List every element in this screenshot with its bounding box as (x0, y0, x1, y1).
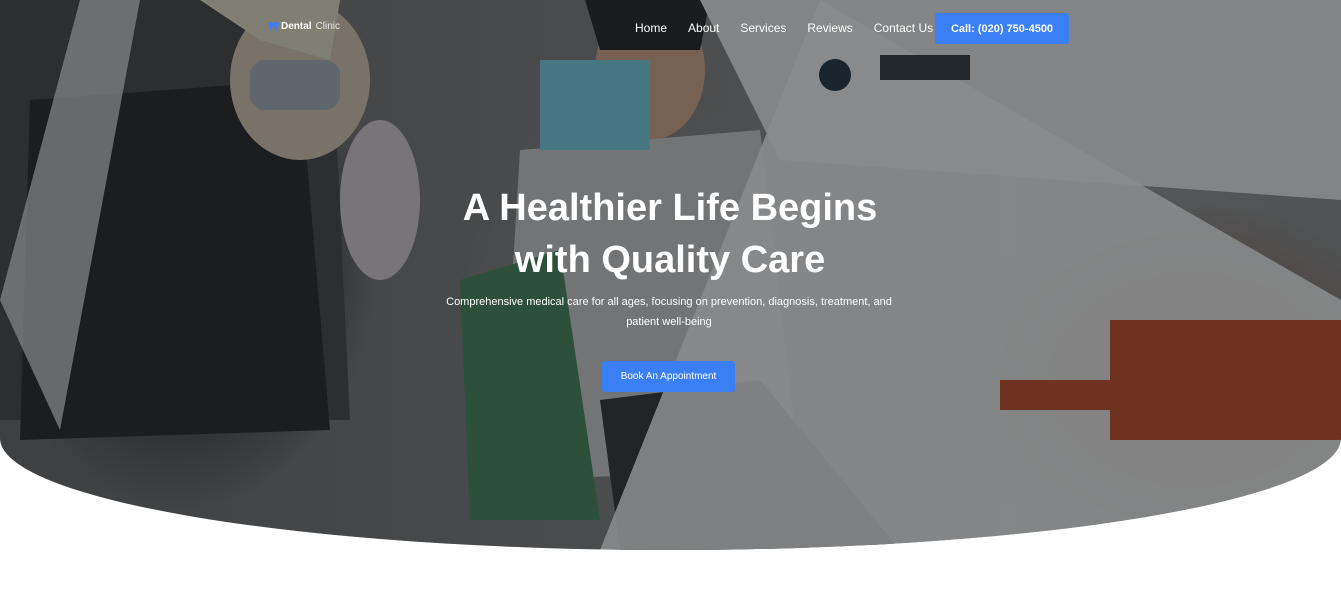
nav-contact-us[interactable]: Contact Us (874, 20, 933, 36)
call-button[interactable]: Call: (020) 750-4500 (935, 13, 1069, 44)
navbar: Dental Clinic Home About Services Review… (0, 0, 1341, 56)
hero-subtitle-line1: Comprehensive medical care for all ages,… (446, 296, 892, 308)
nav-menu: Home About Services Reviews Contact Us (635, 20, 954, 36)
hero-title: A Healthier Life Begins with Quality Car… (370, 182, 970, 286)
brand-name-light: Clinic (315, 21, 341, 32)
hero-subtitle-line2: patient well-being (626, 316, 712, 328)
nav-home[interactable]: Home (635, 20, 667, 36)
tooth-icon (268, 21, 279, 32)
nav-services[interactable]: Services (740, 20, 786, 36)
brand-logo[interactable]: Dental Clinic (268, 21, 340, 32)
hero-subtitle: Comprehensive medical care for all ages,… (440, 292, 898, 332)
nav-about[interactable]: About (688, 20, 719, 36)
hero-title-line2: with Quality Care (514, 239, 826, 281)
nav-reviews[interactable]: Reviews (807, 20, 852, 36)
brand-name-bold: Dental (281, 21, 312, 32)
hero-title-line1: A Healthier Life Begins (462, 187, 878, 229)
book-appointment-button[interactable]: Book An Appointment (602, 361, 735, 392)
